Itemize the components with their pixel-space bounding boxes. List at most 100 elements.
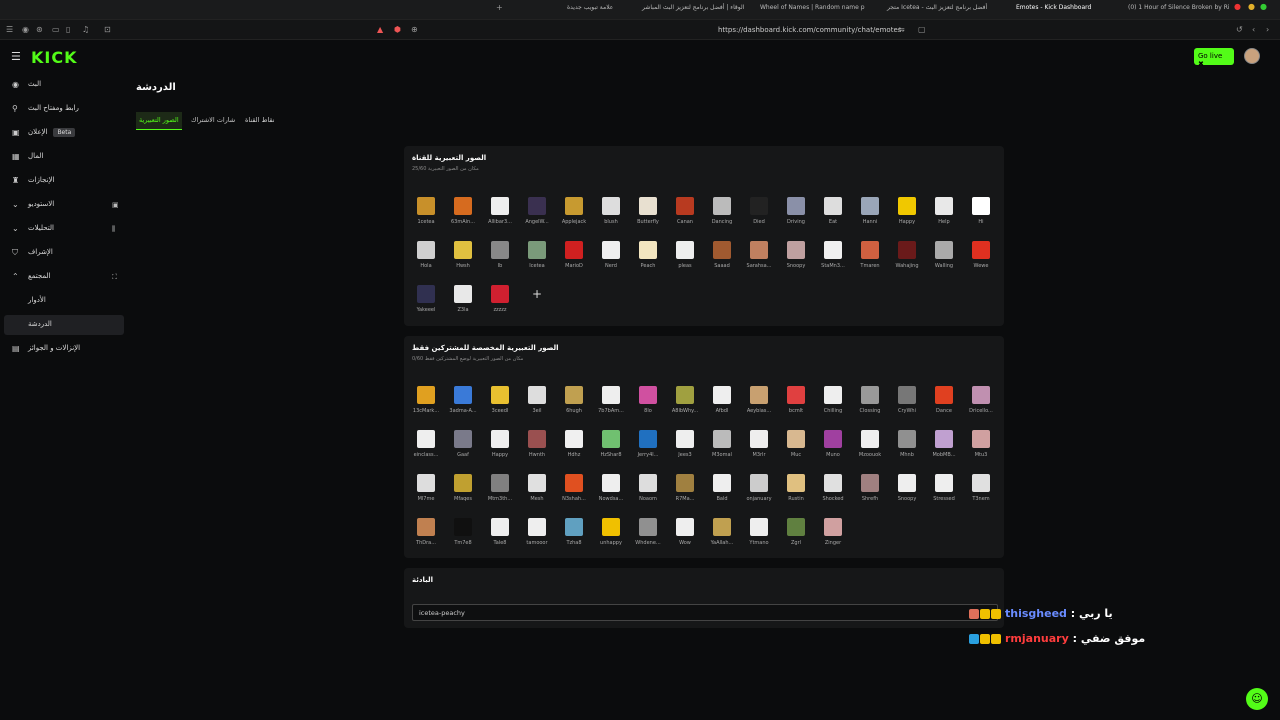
emote-item[interactable]: Tale8 [485, 516, 515, 560]
emote-item[interactable]: pleas [670, 239, 700, 283]
emote-item[interactable]: Saaad [707, 239, 737, 283]
emote-item[interactable]: Ml7me [411, 472, 441, 516]
emote-item[interactable]: Mesh [522, 472, 552, 516]
tab-2[interactable]: نقاط القناة [242, 112, 278, 130]
chat-username[interactable]: thisgheed [1005, 607, 1067, 620]
emote-item[interactable]: Applejack [559, 195, 589, 239]
emote-item[interactable]: Hi [966, 195, 996, 239]
emote-item[interactable]: Driving [781, 195, 811, 239]
browser-tab[interactable]: Wheel of Names | Random name p [760, 4, 865, 11]
emote-item[interactable]: Muno [818, 428, 848, 472]
emote-item[interactable]: A8lbWhy... [670, 384, 700, 428]
emote-item[interactable]: Rustin [781, 472, 811, 516]
window-minimize-icon[interactable]: ● [1248, 2, 1255, 11]
emote-item[interactable]: Bald [707, 472, 737, 516]
emote-item[interactable]: tamooor [522, 516, 552, 560]
emote-item[interactable]: Jees3 [670, 428, 700, 472]
emote-item[interactable]: 63mAin... [448, 195, 478, 239]
sidebar-item[interactable]: ▣ الإعلان Beta [4, 123, 124, 143]
emote-item[interactable]: MobMB... [929, 428, 959, 472]
emote-item[interactable]: Help [929, 195, 959, 239]
emote-item[interactable]: MarioD [559, 239, 589, 283]
emote-item[interactable]: Mfaqes [448, 472, 478, 516]
avatar[interactable] [1244, 48, 1260, 64]
emote-item[interactable]: Yakeeel [411, 283, 441, 327]
browser-tab[interactable]: الوقاء | أفضل برنامج لتعزيز البث المباشر [642, 4, 744, 11]
emote-item[interactable]: Whdene... [633, 516, 663, 560]
emote-item[interactable]: StaMn3... [818, 239, 848, 283]
forward-icon[interactable]: ⊛ [36, 25, 43, 34]
emote-item[interactable]: Dricello... [966, 384, 996, 428]
emote-item[interactable]: Muc [781, 428, 811, 472]
emote-item[interactable]: Sarahsa... [744, 239, 774, 283]
emote-item[interactable]: zzzzz [485, 283, 515, 327]
kick-logo[interactable]: KICK [31, 48, 78, 67]
emote-item[interactable]: HzShar8 [596, 428, 626, 472]
emote-item[interactable]: Butterfly [633, 195, 663, 239]
chat-username[interactable]: rmjanuary [1005, 632, 1069, 645]
emote-item[interactable]: Happy [485, 428, 515, 472]
emote-item[interactable]: Happy [892, 195, 922, 239]
tab-1[interactable]: شارات الاشتراك [188, 112, 238, 130]
emote-item[interactable]: R7Ma... [670, 472, 700, 516]
prefix-input[interactable]: icetea-peachy [412, 604, 998, 621]
emote-item[interactable]: Tmaren [855, 239, 885, 283]
emote-item[interactable]: Eat [818, 195, 848, 239]
emote-item[interactable]: 3eil [522, 384, 552, 428]
emote-item[interactable]: N3shah... [559, 472, 589, 516]
shield-icon[interactable]: ⬢ [394, 25, 401, 34]
music-icon[interactable]: ♫ [82, 25, 89, 34]
emote-item[interactable]: Gaaf [448, 428, 478, 472]
reload-icon[interactable]: ▭ [52, 25, 60, 34]
sidebar-action-icon[interactable]: ⫼ [112, 225, 115, 234]
sidebar-item[interactable]: ⛉ الإشراف [4, 243, 124, 263]
emote-item[interactable]: Dancing [707, 195, 737, 239]
emote-item[interactable]: 3ceedl [485, 384, 515, 428]
emote-item[interactable]: Stressed [929, 472, 959, 516]
go-live-button[interactable]: Go live ✖ [1194, 48, 1234, 68]
tab-0[interactable]: الصور التعبيرية [136, 112, 182, 130]
sidebar-item[interactable]: الدردشة [4, 315, 124, 335]
sidebar-toggle-icon[interactable]: ☰ [6, 25, 13, 34]
back-arrow-icon[interactable]: ‹ [1252, 25, 1255, 34]
emote-item[interactable]: ThDra... [411, 516, 441, 560]
emote-item[interactable]: Ib [485, 239, 515, 283]
emote-item[interactable]: Allibar3... [485, 195, 515, 239]
emote-item[interactable]: 7b7bAm... [596, 384, 626, 428]
emote-item[interactable]: Snoopy [892, 472, 922, 516]
help-chat-button[interactable]: ☺ [1246, 688, 1268, 710]
emote-item[interactable]: Z3la [448, 283, 478, 327]
emote-item[interactable]: Zgrl [781, 516, 811, 560]
emote-item[interactable]: Zinger [818, 516, 848, 560]
emote-item[interactable]: 13cMark... [411, 384, 441, 428]
emote-item[interactable]: Mtu3 [966, 428, 996, 472]
sidebar-item[interactable]: ⚲ رابط ومفتاح البث [4, 99, 124, 119]
sidebar-action-icon[interactable]: ⛶ [112, 273, 117, 282]
emote-item[interactable]: M3omal [707, 428, 737, 472]
sidebar-item[interactable]: ⌃ المجتمع ⛶ [4, 267, 124, 287]
emote-item[interactable]: 6hugh [559, 384, 589, 428]
window-maximize-icon[interactable]: ● [1260, 2, 1267, 11]
sidebar-action-icon[interactable]: ▣ [112, 201, 119, 209]
browser-tab[interactable]: (0) 1 Hour of Silence Broken by Ri [1128, 4, 1230, 11]
emote-item[interactable]: Walling [929, 239, 959, 283]
back-icon[interactable]: ◉ [22, 25, 29, 34]
emote-item[interactable]: unhappy [596, 516, 626, 560]
emote-item[interactable]: Tm7e8 [448, 516, 478, 560]
emote-item[interactable]: 1cetea [411, 195, 441, 239]
emote-item[interactable]: 3adma-A... [448, 384, 478, 428]
emote-item[interactable]: YaAllah... [707, 516, 737, 560]
emote-item[interactable]: Wewe [966, 239, 996, 283]
home-icon[interactable]: ▯ [66, 25, 70, 34]
emote-item[interactable]: T3nem [966, 472, 996, 516]
emote-item[interactable]: onjanuary [744, 472, 774, 516]
emote-item[interactable]: Noaom [633, 472, 663, 516]
emote-item[interactable]: Canan [670, 195, 700, 239]
menu-icon[interactable]: ☰ [11, 50, 21, 63]
emote-item[interactable]: Hanni [855, 195, 885, 239]
emote-item[interactable]: Hola [411, 239, 441, 283]
emote-item[interactable]: Chilling [818, 384, 848, 428]
emote-item[interactable]: Wow [670, 516, 700, 560]
emote-item[interactable]: Shocked [818, 472, 848, 516]
sidebar-item[interactable]: الأدوار [4, 291, 124, 311]
